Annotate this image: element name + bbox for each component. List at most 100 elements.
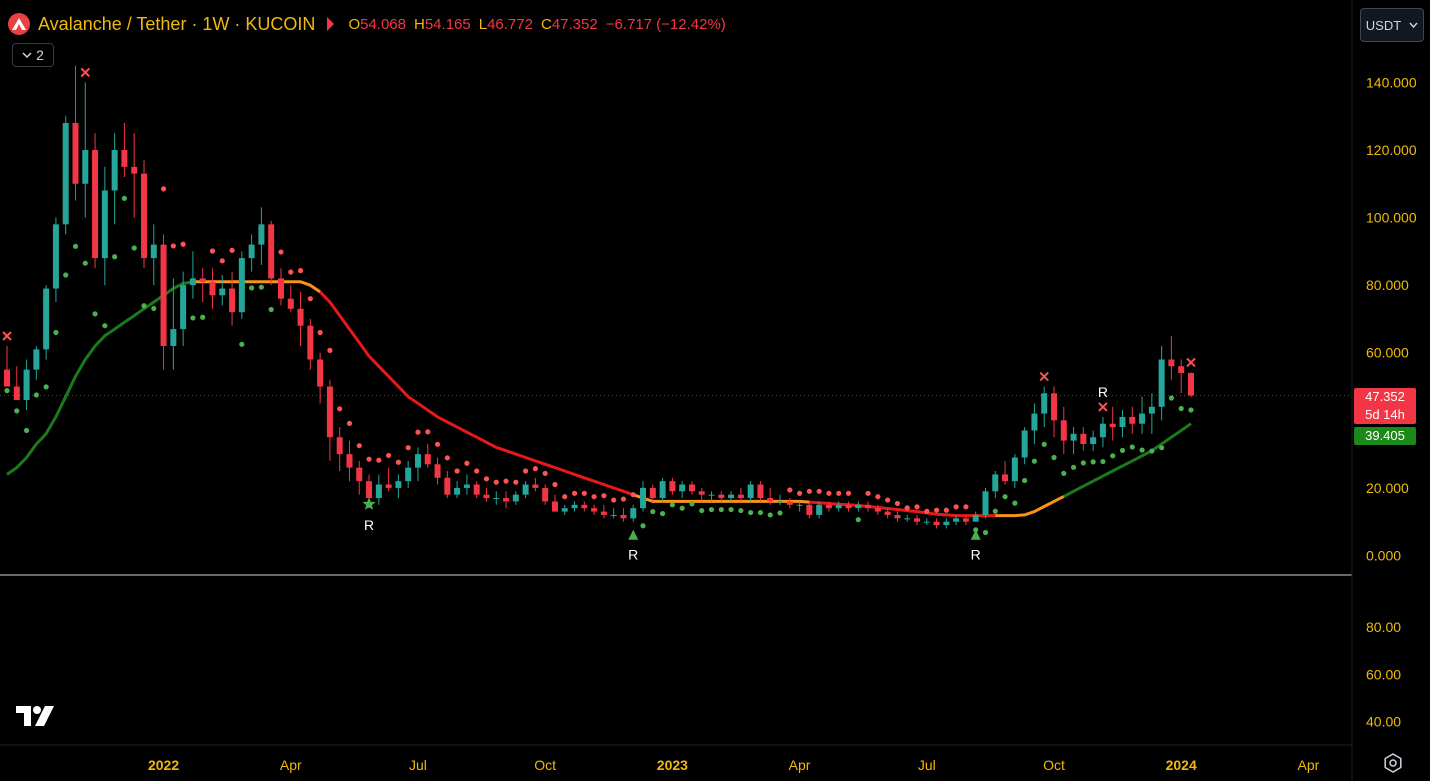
symbol-title[interactable]: Avalanche / Tether · 1W · KUCOIN: [38, 14, 315, 35]
sell-signal-icon: [1039, 371, 1049, 382]
trail-dot-up: [669, 502, 675, 508]
price-axis-tick: 80.000: [1366, 277, 1409, 293]
price-axis-tick: 100.000: [1366, 210, 1417, 226]
trail-dot-up: [855, 517, 861, 523]
flag-icon[interactable]: [327, 17, 335, 31]
candle-body: [610, 514, 617, 516]
candle-body: [561, 508, 568, 512]
candle-body: [454, 487, 461, 495]
trail-dot-up: [1051, 454, 1057, 461]
trail-dot-up: [1012, 500, 1018, 506]
candle-body: [698, 491, 705, 495]
candle-body: [640, 487, 647, 509]
trail-dot-down: [219, 258, 225, 264]
trail-dot-down: [425, 429, 431, 435]
candle-body: [375, 484, 382, 499]
trail-dot-up: [63, 272, 69, 278]
trail-dot-down: [591, 494, 597, 500]
trail-dot-down: [405, 445, 411, 451]
candle-body: [1099, 423, 1106, 438]
candle-body: [1050, 393, 1057, 421]
trail-dot-down: [170, 243, 176, 249]
change-value: −6.717 (−12.42%): [605, 15, 726, 33]
candle-body: [1129, 416, 1136, 424]
high-value: 54.165: [424, 15, 471, 33]
buy-triangle-icon: [628, 529, 639, 540]
candle-body: [1041, 393, 1048, 414]
trail-dot-down: [317, 329, 323, 336]
candle-body: [777, 501, 784, 503]
time-axis-label: Jul: [409, 757, 427, 773]
trail-dot-down: [826, 490, 832, 496]
trail-dot-up: [131, 245, 137, 251]
candle-body: [503, 498, 510, 502]
time-axis-label: Apr: [789, 757, 811, 773]
trail-dot-up: [102, 323, 108, 329]
indicators-collapse-button[interactable]: 2: [12, 43, 54, 67]
candle-body: [473, 484, 480, 495]
candle-body: [845, 504, 852, 509]
chart-canvas[interactable]: 140.000 120.000 100.000 80.000 60.000 20.000 0…: [0, 0, 1430, 781]
chevron-down-icon: [1409, 22, 1418, 28]
ma-line-flat: [995, 495, 1065, 518]
trail-dot-up: [767, 512, 773, 518]
trail-dot-up: [121, 195, 128, 201]
candle-body: [649, 487, 656, 499]
settings-gear-icon[interactable]: [1383, 753, 1403, 773]
trail-dot-down: [483, 476, 490, 482]
trail-dot-down: [503, 478, 509, 484]
price-axis-tick: 0.000: [1366, 548, 1401, 564]
candle-body: [718, 494, 725, 499]
trail-dot-down: [229, 247, 235, 253]
trail-dot-up: [112, 254, 118, 260]
candle-body: [444, 477, 451, 495]
trail-dot-down: [532, 466, 538, 472]
trail-dot-up: [982, 529, 989, 536]
trail-dot-down: [806, 488, 812, 494]
trail-dot-down: [581, 490, 587, 496]
candle-body: [600, 511, 607, 515]
trail-dot-down: [180, 241, 186, 247]
trail-dot-down: [297, 268, 304, 274]
trail-dot-down: [933, 507, 940, 513]
candle-body: [737, 494, 744, 499]
candle-body: [277, 278, 284, 299]
time-axis-label: Apr: [280, 757, 302, 773]
trail-dot-up: [1119, 447, 1126, 454]
candle-body: [855, 504, 862, 509]
candle-body: [23, 369, 30, 401]
trail-dot-down: [611, 497, 617, 503]
candle-body: [835, 504, 842, 509]
candle-body: [493, 498, 500, 500]
candle-body: [248, 244, 255, 259]
candle-body: [581, 504, 588, 509]
trail-dot-down: [209, 248, 216, 254]
candle-body: [728, 494, 735, 499]
candle-body: [434, 464, 441, 478]
candle-body: [1119, 416, 1126, 428]
open-label: O: [348, 15, 361, 33]
trail-dot-up: [679, 505, 685, 511]
trail-dot-up: [757, 509, 764, 516]
trail-dot-down: [601, 493, 607, 499]
trail-dot-down: [630, 492, 636, 498]
trail-dot-down: [278, 249, 284, 255]
trail-dot-up: [151, 305, 157, 312]
chevron-down-icon: [22, 52, 32, 59]
sell-signal-icon: [80, 67, 90, 78]
time-axis-label: 2022: [148, 757, 179, 773]
open-value: 54.068: [360, 15, 406, 33]
ma-line-down: [319, 290, 634, 497]
candle-body: [688, 484, 695, 492]
currency-select[interactable]: USDT: [1360, 8, 1424, 42]
trail-dot-down: [376, 457, 382, 463]
candle-body: [317, 359, 324, 387]
tradingview-logo-icon[interactable]: [16, 706, 56, 728]
candle-body: [591, 508, 598, 512]
close-label: C: [540, 15, 552, 33]
close-value: 47.352: [551, 15, 598, 33]
signal-label: R: [1098, 384, 1108, 400]
trail-dot-down: [836, 490, 842, 496]
trail-dot-up: [992, 508, 998, 514]
trail-dot-up: [23, 427, 30, 434]
